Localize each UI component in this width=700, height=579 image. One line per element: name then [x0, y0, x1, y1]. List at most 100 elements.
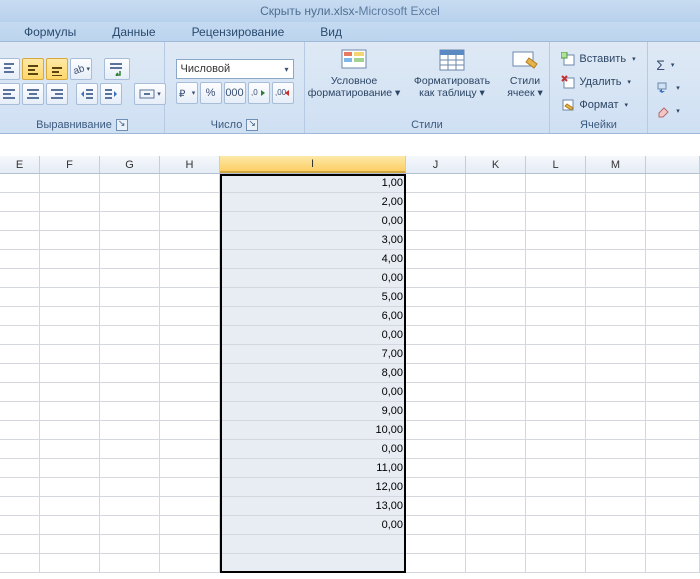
cell[interactable] [160, 383, 220, 402]
col-header-E[interactable]: E [0, 156, 40, 173]
cell[interactable] [466, 459, 526, 478]
cell[interactable] [406, 459, 466, 478]
cell[interactable] [160, 535, 220, 554]
align-bottom-button[interactable] [46, 58, 68, 80]
cell[interactable] [466, 554, 526, 573]
cell[interactable] [160, 212, 220, 231]
cell[interactable]: 11,00 [220, 459, 406, 478]
cell[interactable] [646, 345, 700, 364]
cell[interactable] [160, 326, 220, 345]
cell[interactable] [586, 497, 646, 516]
clear-button[interactable] [654, 101, 682, 121]
cell[interactable] [40, 174, 100, 193]
cell[interactable] [40, 231, 100, 250]
cell[interactable] [406, 402, 466, 421]
cell[interactable] [160, 307, 220, 326]
cell[interactable] [406, 478, 466, 497]
cell[interactable] [160, 269, 220, 288]
cell[interactable] [466, 193, 526, 212]
cell[interactable] [646, 459, 700, 478]
col-header-J[interactable]: J [406, 156, 466, 173]
cell[interactable] [406, 535, 466, 554]
cell[interactable] [466, 326, 526, 345]
cell[interactable] [40, 193, 100, 212]
cell[interactable] [40, 364, 100, 383]
cell[interactable] [0, 326, 40, 345]
format-cells-button[interactable]: Формат [557, 95, 632, 115]
cell[interactable] [40, 307, 100, 326]
cell[interactable] [100, 459, 160, 478]
tab-review[interactable]: Рецензирование [188, 23, 289, 41]
cell[interactable] [0, 288, 40, 307]
cell[interactable]: 2,00 [220, 193, 406, 212]
alignment-dialog-launcher-icon[interactable] [116, 119, 128, 131]
cell[interactable] [646, 497, 700, 516]
cell[interactable] [466, 174, 526, 193]
cell[interactable] [526, 212, 586, 231]
cell[interactable] [406, 174, 466, 193]
cell[interactable] [0, 440, 40, 459]
cell[interactable] [0, 307, 40, 326]
cell[interactable] [160, 440, 220, 459]
cell[interactable] [160, 364, 220, 383]
increase-indent-button[interactable] [100, 83, 122, 105]
col-header-M[interactable]: M [586, 156, 646, 173]
cell[interactable] [466, 288, 526, 307]
cell[interactable] [0, 364, 40, 383]
cell[interactable] [160, 402, 220, 421]
cell[interactable] [100, 345, 160, 364]
col-header-I[interactable]: I [220, 156, 406, 173]
cell[interactable] [646, 421, 700, 440]
cell[interactable] [586, 421, 646, 440]
cell[interactable] [100, 193, 160, 212]
cell[interactable] [406, 288, 466, 307]
cell[interactable] [526, 478, 586, 497]
cell[interactable] [160, 250, 220, 269]
cell[interactable]: 0,00 [220, 326, 406, 345]
cell[interactable] [586, 307, 646, 326]
cell[interactable] [0, 497, 40, 516]
cell[interactable] [526, 193, 586, 212]
cell[interactable] [466, 497, 526, 516]
cell[interactable] [0, 193, 40, 212]
cell[interactable] [100, 364, 160, 383]
cell[interactable] [0, 402, 40, 421]
cell[interactable] [526, 402, 586, 421]
cell[interactable] [466, 307, 526, 326]
cell[interactable] [40, 516, 100, 535]
cell[interactable] [100, 421, 160, 440]
cell[interactable] [526, 383, 586, 402]
cell[interactable] [586, 535, 646, 554]
align-left-button[interactable] [0, 83, 20, 105]
cell[interactable]: 7,00 [220, 345, 406, 364]
cell[interactable] [40, 440, 100, 459]
cell[interactable] [526, 326, 586, 345]
cell[interactable] [646, 231, 700, 250]
cell[interactable] [160, 497, 220, 516]
spreadsheet-grid[interactable]: E F G H I J K L M 1,002,000,003,004,000,… [0, 156, 700, 573]
cell[interactable] [586, 345, 646, 364]
cell[interactable] [646, 554, 700, 573]
cell[interactable] [526, 459, 586, 478]
cell[interactable] [526, 554, 586, 573]
cell[interactable] [466, 231, 526, 250]
cell[interactable] [406, 421, 466, 440]
cell[interactable] [40, 478, 100, 497]
cell[interactable] [40, 421, 100, 440]
cell[interactable] [586, 174, 646, 193]
cell[interactable] [40, 212, 100, 231]
cell[interactable] [406, 307, 466, 326]
cell[interactable] [0, 269, 40, 288]
cell[interactable] [100, 402, 160, 421]
cell[interactable] [406, 364, 466, 383]
cell[interactable] [406, 516, 466, 535]
cell[interactable] [0, 212, 40, 231]
cell[interactable] [40, 535, 100, 554]
cell[interactable] [526, 497, 586, 516]
cell[interactable] [160, 288, 220, 307]
decrease-indent-button[interactable] [76, 83, 98, 105]
number-format-combo[interactable]: Числовой [176, 59, 294, 79]
cell[interactable]: 6,00 [220, 307, 406, 326]
cell[interactable] [646, 307, 700, 326]
cell[interactable] [646, 212, 700, 231]
